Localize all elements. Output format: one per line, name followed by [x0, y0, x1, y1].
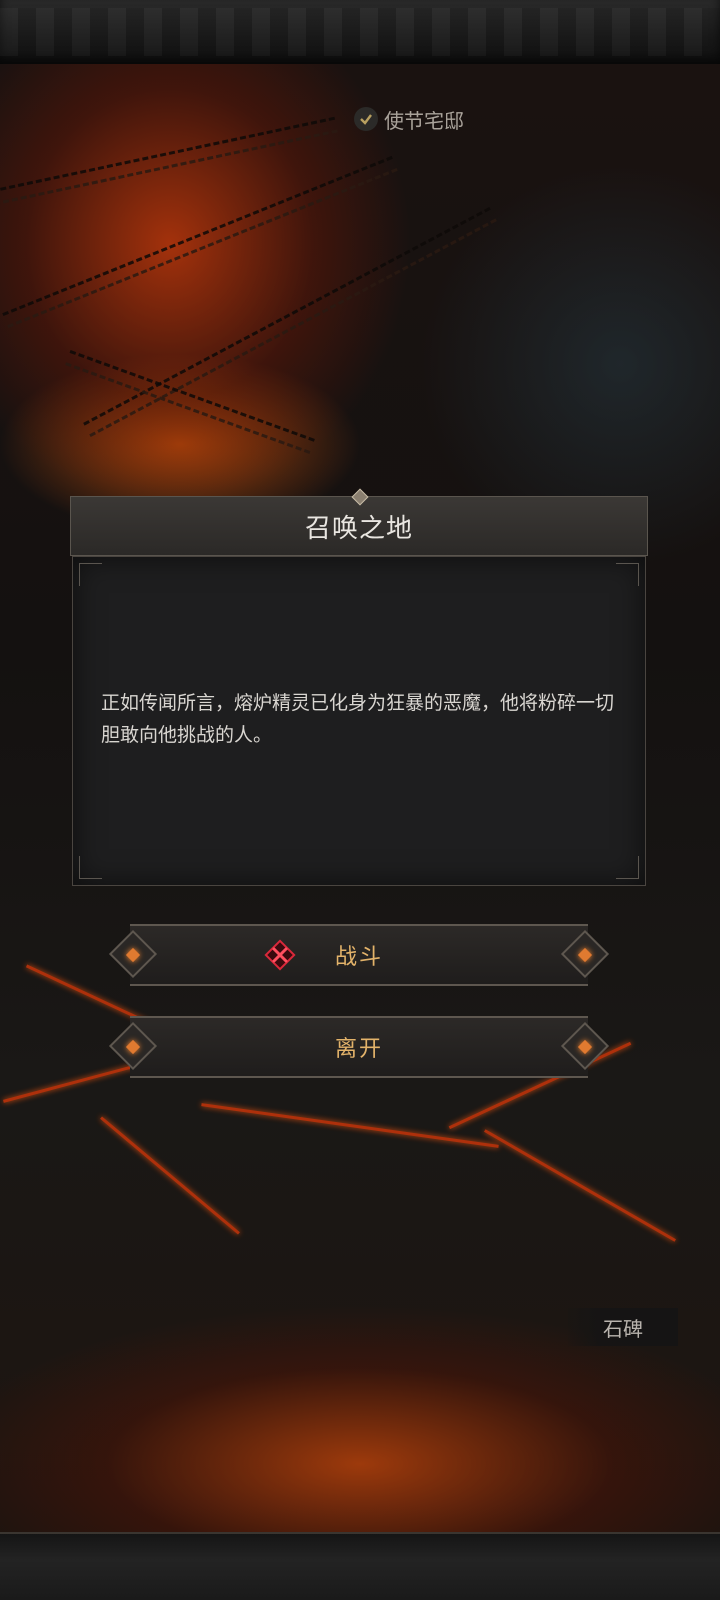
- leave-button[interactable]: 离开: [108, 1016, 610, 1078]
- location-label: 使节宅邸: [384, 108, 464, 133]
- dialog-description: 正如传闻所言，熔炉精灵已化身为狂暴的恶魔，他将粉碎一切胆敢向他挑战的人。: [101, 692, 615, 746]
- dialog-header: 召唤之地: [70, 488, 648, 556]
- stele-landmark-label[interactable]: 石碑: [568, 1308, 678, 1346]
- stele-label-text: 石碑: [603, 1316, 643, 1341]
- fight-button[interactable]: 战斗: [108, 924, 610, 986]
- chain-decoration: [0, 116, 338, 208]
- location-marker[interactable]: 使节宅邸: [354, 102, 504, 136]
- event-dialog: 召唤之地 正如传闻所言，熔炉精灵已化身为狂暴的恶魔，他将粉碎一切胆敢向他挑战的人…: [70, 488, 648, 888]
- corner-ornament: [616, 856, 639, 879]
- dialog-title: 召唤之地: [304, 513, 413, 544]
- corner-ornament: [79, 563, 102, 586]
- corner-ornament: [79, 856, 102, 879]
- crossed-swords-danger-icon: [264, 939, 296, 971]
- leave-button-label: 离开: [334, 1037, 383, 1062]
- lava-crack: [483, 1129, 677, 1242]
- top-frame-bar: [0, 0, 720, 66]
- corner-ornament: [616, 563, 639, 586]
- check-icon: [354, 107, 378, 131]
- bottom-frame-bar: [0, 1532, 720, 1600]
- dialog-body: 正如传闻所言，熔炉精灵已化身为狂暴的恶魔，他将粉碎一切胆敢向他挑战的人。: [72, 556, 646, 886]
- lava-crack: [100, 1116, 240, 1235]
- fight-button-label: 战斗: [334, 945, 383, 970]
- chain-decoration: [83, 206, 497, 438]
